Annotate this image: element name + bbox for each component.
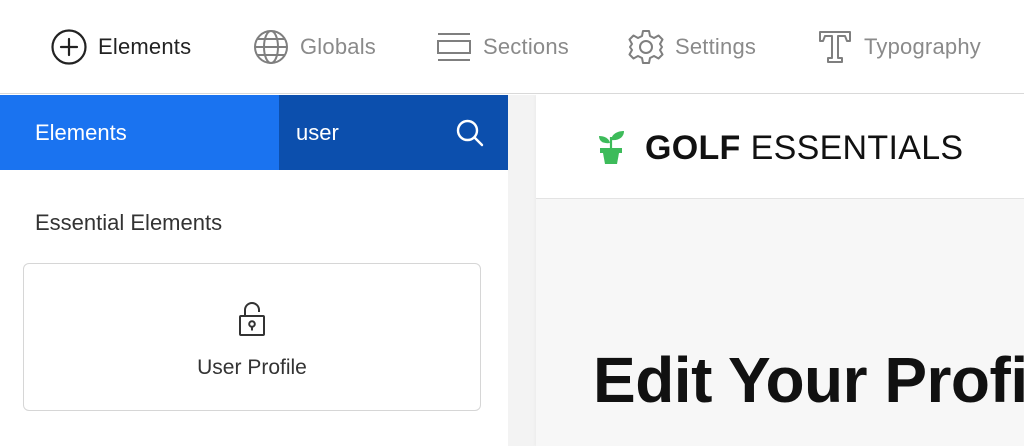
preview-page: GOLFESSENTIALS Edit Your Profile [536, 95, 1024, 446]
site-header: GOLF ESSENTIALS [536, 95, 1024, 199]
elements-panel: Elements Essential Elements User Profile [0, 95, 508, 446]
gear-icon [627, 28, 665, 66]
tab-label: Elements [98, 34, 192, 59]
page-heading: Edit Your Profile [593, 344, 1024, 416]
panel-title: Elements [0, 95, 279, 170]
search-box [279, 95, 508, 170]
logo-bold-text: GOLF [645, 129, 741, 167]
tab-label: Sections [483, 34, 569, 59]
plant-pot-icon [596, 129, 628, 165]
search-icon[interactable] [454, 117, 486, 149]
search-input[interactable] [296, 119, 446, 146]
card-label: User Profile [197, 356, 307, 379]
section-label: Essential Elements [35, 210, 223, 235]
plus-circle-icon [50, 28, 88, 66]
tab-label: Settings [675, 34, 757, 59]
element-card-user-profile[interactable]: User Profile [23, 263, 481, 411]
sections-icon [435, 28, 473, 66]
tab-label: Typography [864, 34, 981, 59]
globe-icon [252, 28, 290, 66]
tab-typography[interactable]: Typography [816, 0, 981, 94]
typography-icon [816, 28, 854, 66]
tab-elements[interactable]: Elements [50, 0, 191, 94]
tab-label: Globals [300, 34, 376, 59]
preview-canvas: GOLFESSENTIALS Edit Your Profile [508, 95, 1024, 446]
site-logo[interactable]: GOLF ESSENTIALS [645, 129, 963, 168]
tab-settings[interactable]: Settings [627, 0, 756, 94]
padlock-icon [236, 301, 268, 337]
top-toolbar: Elements Globals Sections Settings Typog… [0, 0, 1024, 94]
tab-globals[interactable]: Globals [252, 0, 376, 94]
logo-light-text: ESSENTIALS [750, 129, 964, 167]
panel-header: Elements [0, 95, 508, 170]
tab-sections[interactable]: Sections [435, 0, 569, 94]
